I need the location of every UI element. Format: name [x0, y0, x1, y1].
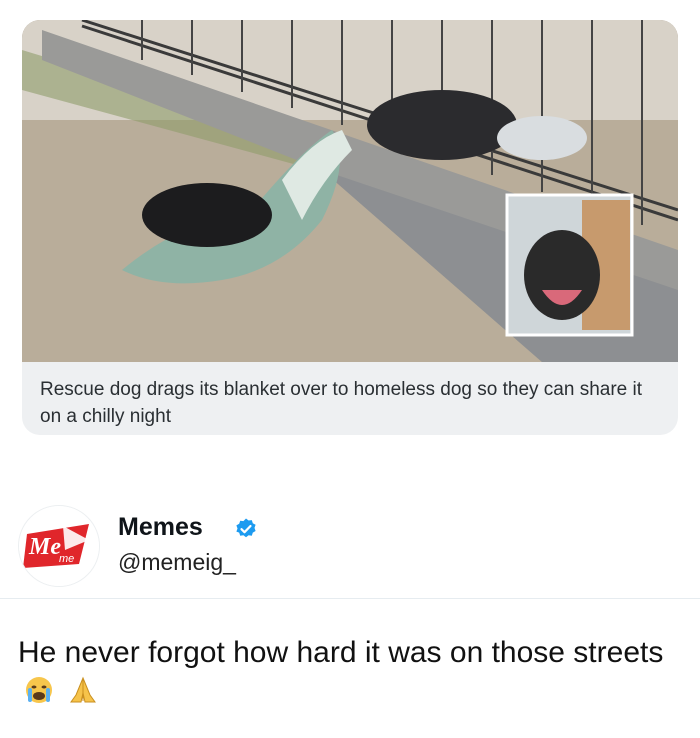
media-card[interactable]: Rescue dog drags its blanket over to hom… — [22, 20, 678, 435]
verified-badge-icon — [236, 518, 256, 538]
photo-illustration — [22, 20, 678, 362]
tweet-text: He never forgot how hard it was on those… — [18, 632, 678, 717]
crying-face-icon — [24, 675, 54, 717]
memes-logo-icon: Me me — [19, 506, 99, 586]
divider — [0, 598, 700, 599]
media-caption: Rescue dog drags its blanket over to hom… — [40, 379, 643, 427]
avatar[interactable]: Me me — [18, 505, 100, 587]
svg-text:Me: Me — [28, 534, 61, 560]
display-name[interactable]: Memes — [118, 513, 203, 542]
tweet-body: He never forgot how hard it was on those… — [18, 636, 664, 669]
folded-hands-icon — [68, 675, 98, 717]
handle[interactable]: @memeig_ — [118, 549, 236, 576]
author-row[interactable]: Me me Memes @memeig_ — [18, 505, 678, 587]
svg-text:me: me — [59, 553, 74, 565]
dog-photo[interactable] — [22, 20, 678, 362]
